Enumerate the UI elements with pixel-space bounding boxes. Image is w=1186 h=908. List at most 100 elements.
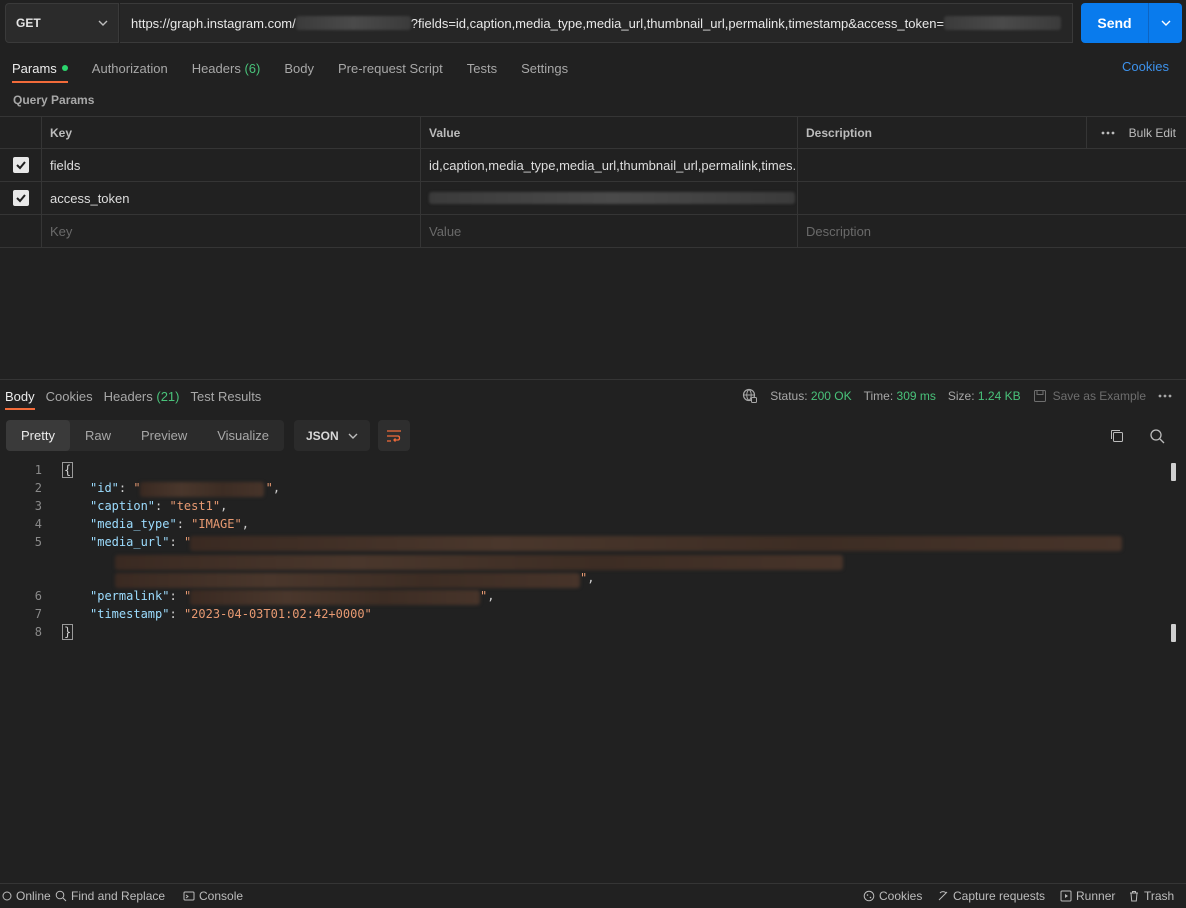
bulk-edit-button[interactable]: Bulk Edit [1087,117,1186,148]
wrap-lines-button[interactable] [378,420,410,451]
code-line: ", [480,589,495,603]
params-header-row: Key Value Description Bulk Edit [0,116,1186,149]
checkmark-icon[interactable] [12,190,29,206]
json-key-timestamp: "timestamp" [90,607,170,621]
tab-response-cookies[interactable]: Cookies [41,382,99,410]
param-row: access_token [0,182,1186,215]
globe-icon[interactable] [742,388,758,404]
size-value: 1.24 KB [977,389,1021,403]
more-horizontal-icon[interactable] [1101,131,1115,135]
new-value-input[interactable]: Value [421,215,798,247]
send-options-chevron-icon[interactable] [1148,3,1182,43]
close-brace: } [62,624,74,640]
param-checkbox[interactable] [0,182,42,214]
header-key: Key [42,117,421,148]
format-preview[interactable]: Preview [126,420,202,451]
tab-test-results[interactable]: Test Results [186,382,268,410]
method-select[interactable]: GET [5,3,119,43]
redacted-id-value [140,482,264,497]
footer-cookies-button[interactable]: Cookies [863,889,922,903]
scroll-marker-bottom [1171,624,1176,642]
size-info[interactable]: Size: 1.24 KB [948,389,1021,403]
status-info[interactable]: Status: 200 OK [770,389,851,403]
json-key-caption: "caption" [90,499,156,513]
tab-pre-request-script[interactable]: Pre-request Script [326,53,455,83]
line-number: 7 [34,607,42,621]
tab-tests[interactable]: Tests [455,53,509,83]
footer-cookies-label: Cookies [879,889,923,903]
param-key[interactable]: fields [42,149,421,181]
line-number: 4 [34,517,42,531]
request-tabs: Params Authorization Headers (6) Body Pr… [0,52,580,84]
copy-icon[interactable] [1109,428,1125,444]
time-label: Time: [863,389,894,403]
send-button[interactable]: Send [1081,3,1182,43]
status-footer: Online Find and Replace Console Cookies … [0,883,1186,908]
find-replace-button[interactable]: Find and Replace [55,889,165,903]
new-description-input[interactable]: Description [798,215,1087,247]
redacted-media-url-line1 [190,536,1122,551]
online-status[interactable]: Online [2,889,51,903]
scroll-marker-top [1171,463,1176,481]
cookie-icon [863,890,875,902]
param-row-new: Key Value Description [0,215,1186,248]
tab-settings[interactable]: Settings [509,53,580,83]
cookies-link[interactable]: Cookies [1122,59,1169,74]
tab-response-headers[interactable]: Headers (21) [99,382,186,410]
status-value: 200 OK [810,389,852,403]
param-value[interactable] [421,182,798,214]
param-description[interactable] [798,182,1087,214]
header-description: Description [798,117,1087,148]
save-icon [1033,390,1046,402]
url-prefix: https://graph.instagram.com/ [131,15,296,31]
time-info[interactable]: Time: 309 ms [864,389,936,403]
chevron-down-icon [98,18,108,28]
line-number: 5 [34,535,42,549]
response-tabs: Body Cookies Headers (21) Test Results [0,382,267,410]
language-select[interactable]: JSON [294,420,370,451]
runner-button[interactable]: Runner [1060,889,1115,903]
url-input[interactable]: https://graph.instagram.com/ ?fields=id,… [120,3,1073,43]
search-icon[interactable] [1149,428,1165,444]
header-checkbox-col [0,117,42,148]
new-key-input[interactable]: Key [42,215,421,247]
params-active-dot-icon [61,65,68,71]
tab-authorization[interactable]: Authorization [80,53,180,83]
tab-body[interactable]: Body [272,53,326,83]
capture-requests-button[interactable]: Capture requests [937,889,1045,903]
format-pretty[interactable]: Pretty [6,420,70,451]
checkmark-icon[interactable] [12,157,29,173]
pane-divider[interactable] [0,379,1186,380]
send-label: Send [1097,15,1132,31]
console-icon [183,891,195,901]
query-params-title: Query Params [13,93,95,107]
tab-response-cookies-label: Cookies [45,388,93,404]
tab-response-body[interactable]: Body [0,382,41,410]
code-scrollbar[interactable] [1166,461,1186,879]
tab-pre-request-label: Pre-request Script [337,60,443,76]
format-raw[interactable]: Raw [70,420,126,451]
redacted-user-id [295,16,411,30]
json-key-id: "id" [90,481,119,495]
time-value: 309 ms [896,389,936,403]
more-options-icon[interactable] [1158,394,1172,398]
trash-button[interactable]: Trash [1128,889,1174,903]
size-label: Size: [947,389,975,403]
param-checkbox[interactable] [0,149,42,181]
redacted-access-token [944,16,1061,30]
redacted-media-url-line3 [115,573,580,588]
save-as-example-button[interactable]: Save as Example [1033,389,1146,403]
param-key[interactable]: access_token [42,182,421,214]
online-label: Online [16,889,51,903]
param-row: fields id,caption,media_type,media_url,t… [0,149,1186,182]
tab-params[interactable]: Params [0,53,80,83]
param-description[interactable] [798,149,1087,181]
tab-headers[interactable]: Headers (6) [180,53,273,83]
param-value[interactable]: id,caption,media_type,media_url,thumbnai… [421,149,798,181]
console-button[interactable]: Console [183,889,243,903]
tab-settings-label: Settings [521,60,569,76]
format-visualize[interactable]: Visualize [202,420,284,451]
capture-icon [938,891,948,901]
line-number: 3 [34,499,42,513]
tab-params-label: Params [12,60,57,76]
